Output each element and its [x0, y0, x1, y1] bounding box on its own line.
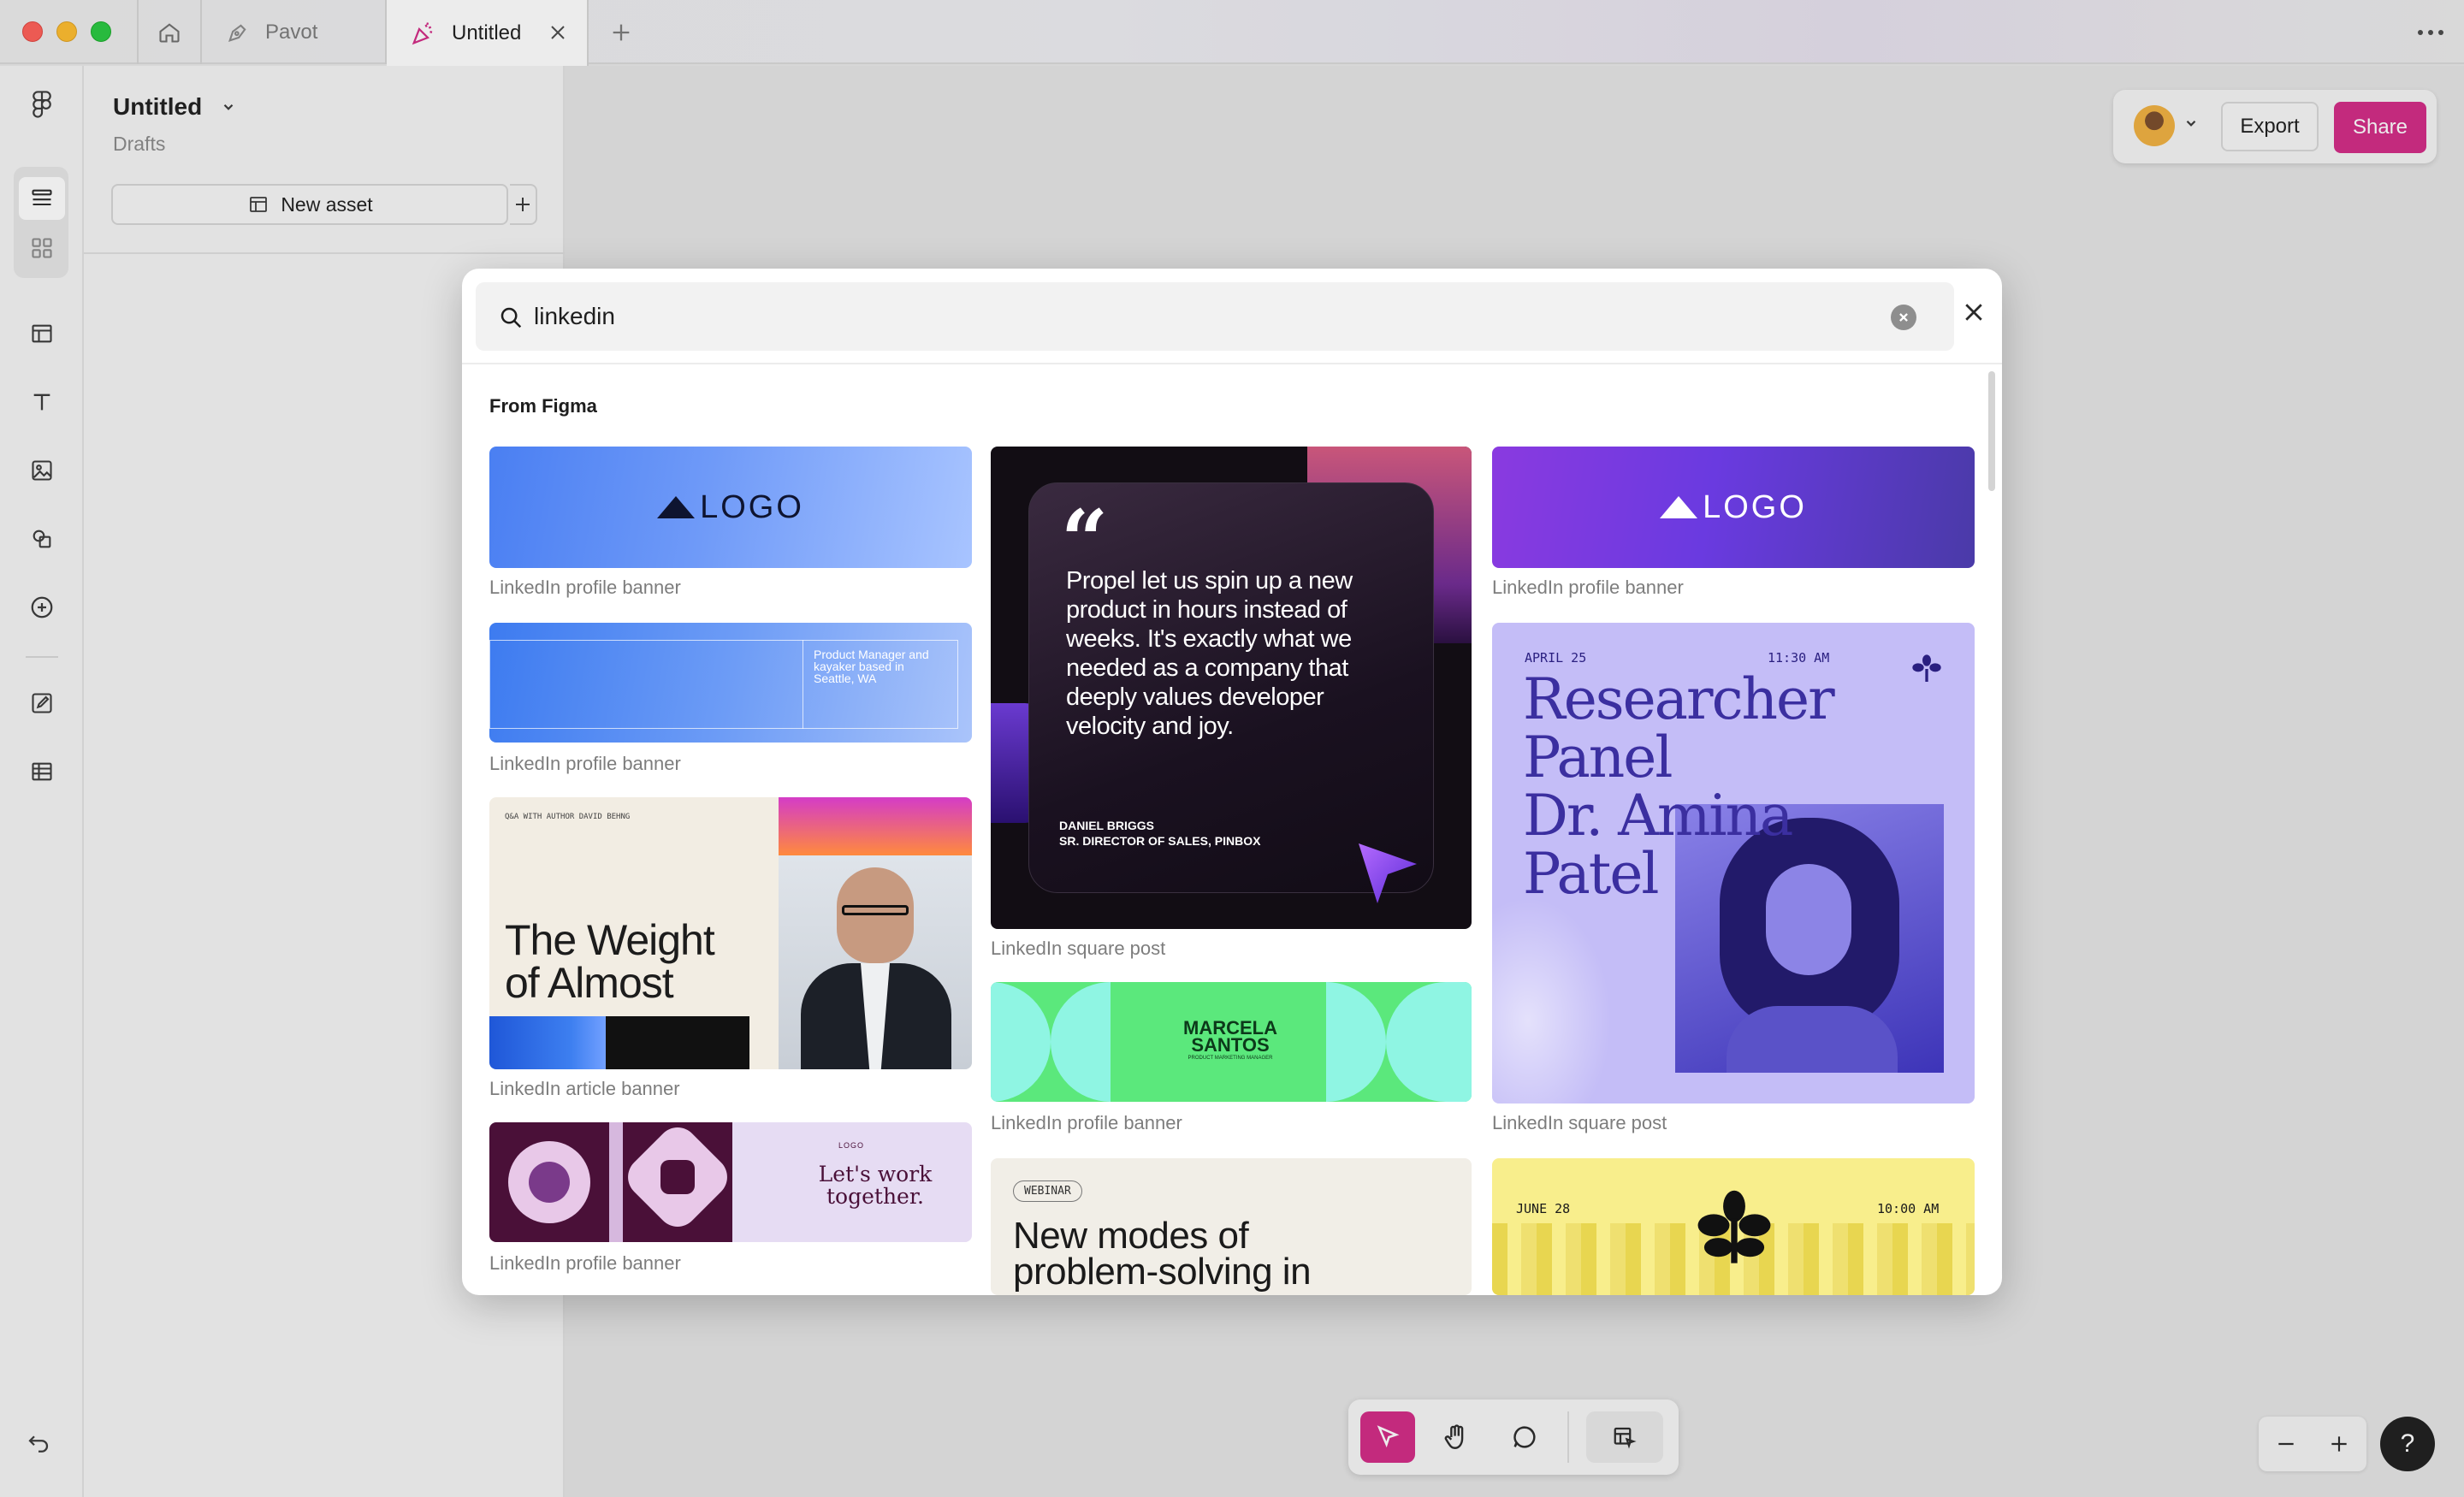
- leaf-graphic: [1492, 896, 1612, 1104]
- quote-line: weeks. It's exactly what we: [1066, 625, 1352, 653]
- logo-text: LOGO: [838, 1141, 865, 1150]
- tagline-line: together.: [826, 1184, 924, 1209]
- template-card[interactable]: APRIL 25 11:30 AM Researcher Panel Dr. A…: [1492, 623, 1975, 1104]
- template-caption: LinkedIn profile banner: [489, 577, 681, 598]
- eyebrow-text: Q&A WITH AUTHOR DAVID BEHNG: [505, 813, 631, 821]
- name-line: SANTOS: [1191, 1034, 1270, 1056]
- modal-divider: [462, 363, 2002, 364]
- arrow-cursor-icon: [1359, 843, 1417, 903]
- pattern-tile: [619, 1122, 736, 1242]
- bio-text: Product Manager and kayaker based in Sea…: [803, 640, 958, 729]
- template-caption: LinkedIn profile banner: [489, 753, 681, 774]
- blue-block: [489, 1016, 606, 1069]
- pattern-tile: [489, 1122, 609, 1242]
- event-date: JUNE 28: [1516, 1201, 1571, 1216]
- headline-line: problem-solving in: [1013, 1251, 1312, 1293]
- tagline-line: Let's work: [818, 1162, 933, 1186]
- headline-line: Dr. Amina: [1523, 783, 1793, 849]
- headline-line: of Almost: [505, 959, 674, 1007]
- leaf-logo-icon: [1912, 654, 1941, 682]
- template-search-modal: From Figma LOGO LinkedIn profile banner …: [462, 269, 2002, 1295]
- webinar-badge: WEBINAR: [1013, 1180, 1082, 1202]
- template-card[interactable]: MARCELA SANTOS PRODUCT MARKETING MANAGER: [991, 982, 1472, 1102]
- event-time: 10:00 AM: [1877, 1201, 1940, 1216]
- headline-line: The Weight: [505, 916, 715, 964]
- gradient-block: [779, 797, 972, 855]
- search-input[interactable]: [534, 294, 1817, 339]
- quote-line: product in hours instead of: [1066, 596, 1348, 624]
- quote-line: needed as a company that: [1066, 654, 1348, 682]
- template-card[interactable]: LOGO Let's work together.: [489, 1122, 972, 1242]
- template-caption: LinkedIn profile banner: [1492, 577, 1684, 598]
- template-card[interactable]: LOGO: [1492, 447, 1975, 568]
- template-caption: LinkedIn profile banner: [991, 1112, 1182, 1133]
- logo-text: LOGO: [1703, 488, 1807, 525]
- close-modal-icon[interactable]: [1961, 299, 1987, 325]
- clear-search-button[interactable]: [1891, 305, 1916, 330]
- template-caption: LinkedIn article banner: [489, 1078, 680, 1099]
- portrait-photo: [779, 855, 972, 1069]
- author-role: SR. DIRECTOR OF SALES, PINBOX: [1059, 834, 1261, 848]
- author-name: DANIEL BRIGGS: [1059, 819, 1154, 832]
- name-subtitle: PRODUCT MARKETING MANAGER: [1188, 1056, 1273, 1061]
- quote-line: Propel let us spin up a new: [1066, 567, 1353, 595]
- template-card[interactable]: “ Propel let us spin up a new product in…: [991, 447, 1472, 929]
- template-card[interactable]: JUNE 28 10:00 AM: [1492, 1158, 1975, 1295]
- headline-line: Patel: [1523, 841, 1659, 907]
- mountain-icon: [657, 496, 696, 518]
- quote-line: velocity and joy.: [1066, 713, 1234, 740]
- results-scrollbar[interactable]: [1988, 371, 1995, 491]
- template-card[interactable]: LOGO: [489, 447, 972, 568]
- template-card[interactable]: Product Manager and kayaker based in Sea…: [489, 623, 972, 743]
- headline-line: Researcher: [1523, 666, 1835, 732]
- headline-line: New modes of: [1013, 1215, 1249, 1257]
- headline-line: Panel: [1523, 725, 1673, 790]
- template-caption: LinkedIn square post: [1492, 1112, 1667, 1133]
- template-caption: LinkedIn square post: [991, 938, 1166, 959]
- clear-icon: [1899, 313, 1908, 322]
- template-caption: LinkedIn profile banner: [489, 1252, 681, 1274]
- section-title: From Figma: [489, 395, 597, 417]
- template-card[interactable]: WEBINAR New modes of problem-solving in: [991, 1158, 1472, 1295]
- template-card[interactable]: Q&A WITH AUTHOR DAVID BEHNG The Weight o…: [489, 797, 972, 1069]
- event-date: APRIL 25: [1525, 650, 1587, 666]
- logo-text: LOGO: [700, 488, 804, 525]
- mountain-icon: [1660, 496, 1698, 518]
- leaf-logo-icon: [1697, 1190, 1771, 1263]
- search-icon: [500, 307, 522, 328]
- quote-line: deeply values developer: [1066, 683, 1324, 711]
- black-block: [606, 1016, 749, 1069]
- search-bar: [476, 282, 1954, 351]
- event-time: 11:30 AM: [1768, 650, 1830, 666]
